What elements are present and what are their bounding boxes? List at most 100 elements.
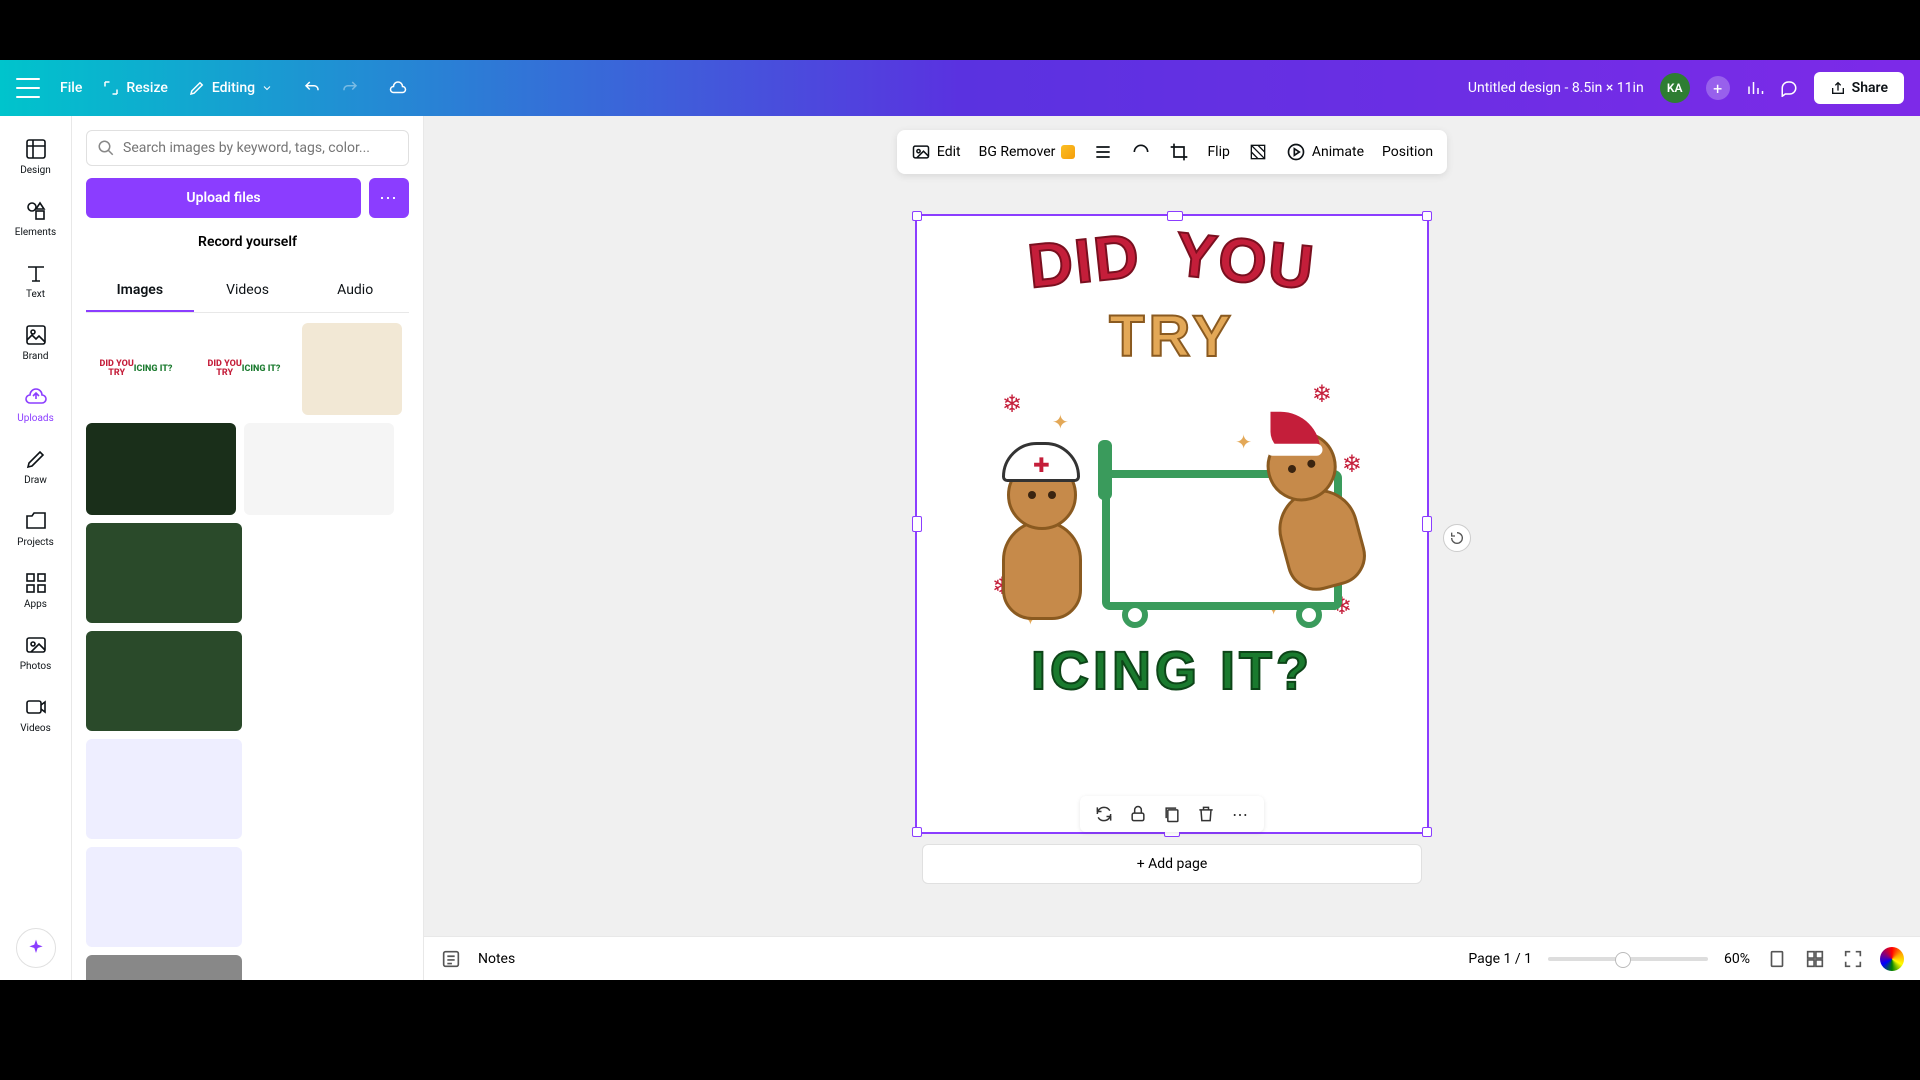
zoom-level[interactable]: 60%: [1724, 951, 1750, 967]
rail-design[interactable]: Design: [4, 126, 68, 186]
rail-brand[interactable]: Brand: [4, 312, 68, 372]
position-button[interactable]: Position: [1382, 144, 1433, 160]
animate-button[interactable]: Animate: [1286, 142, 1364, 162]
upload-thumb[interactable]: [86, 631, 242, 731]
draw-icon: [24, 447, 48, 471]
lock-element-icon[interactable]: [1128, 804, 1148, 824]
upload-files-button[interactable]: Upload files: [86, 178, 361, 218]
elements-icon: [24, 199, 48, 223]
upload-thumb[interactable]: [86, 847, 242, 947]
design-canvas[interactable]: DID YOU TRY ❄ ❄ ❄ ❄ ❄ ✦ ✦ ✦ ✦: [917, 216, 1427, 832]
resize-handle[interactable]: [1422, 211, 1432, 221]
regenerate-icon[interactable]: [1094, 804, 1114, 824]
page-view-icon[interactable]: [1766, 948, 1788, 970]
rotate-icon[interactable]: [1131, 142, 1151, 162]
chevron-down-icon: [261, 79, 273, 97]
tab-videos[interactable]: Videos: [194, 270, 302, 312]
gingerbread-nurse: [982, 450, 1102, 620]
rail-draw[interactable]: Draw: [4, 436, 68, 496]
upload-thumb[interactable]: [86, 739, 242, 839]
upload-thumb[interactable]: [302, 323, 402, 415]
help-icon[interactable]: [1880, 947, 1904, 971]
crop-icon[interactable]: [1169, 142, 1189, 162]
canvas-area: Edit BG Remover Flip Animate Position: [424, 116, 1920, 980]
notes-label[interactable]: Notes: [478, 951, 515, 967]
rail-elements[interactable]: Elements: [4, 188, 68, 248]
apps-icon: [24, 571, 48, 595]
upload-thumb[interactable]: DID YOUTRYICING IT?: [194, 323, 294, 415]
zoom-slider[interactable]: [1548, 957, 1708, 961]
share-icon: [1830, 80, 1846, 96]
rail-videos[interactable]: Videos: [4, 684, 68, 744]
duplicate-element-icon[interactable]: [1162, 804, 1182, 824]
upload-thumb[interactable]: [86, 955, 242, 980]
analytics-icon[interactable]: [1746, 79, 1764, 97]
rail-uploads[interactable]: Uploads: [4, 374, 68, 434]
resize-handle[interactable]: [1422, 516, 1432, 532]
resize-handle[interactable]: [912, 516, 922, 532]
artwork-text-did: DID: [1025, 220, 1145, 302]
artwork-text-you: YOU: [1172, 219, 1319, 304]
upload-more-button[interactable]: ⋯: [369, 178, 409, 218]
hamburger-menu-icon[interactable]: [16, 78, 40, 98]
list-icon[interactable]: [1093, 142, 1113, 162]
photos-icon: [24, 633, 48, 657]
rail-photos[interactable]: Photos: [4, 622, 68, 682]
uploads-icon: [24, 385, 48, 409]
tab-images[interactable]: Images: [86, 270, 194, 312]
upload-thumb[interactable]: [244, 423, 394, 515]
user-avatar[interactable]: KA: [1660, 73, 1690, 103]
upload-thumb[interactable]: DID YOUTRYICING IT?: [86, 323, 186, 415]
editing-mode-button[interactable]: Editing: [188, 79, 273, 97]
more-actions-icon[interactable]: ⋯: [1230, 804, 1250, 824]
resize-button[interactable]: Resize: [102, 79, 168, 97]
search-input-wrapper[interactable]: [86, 130, 409, 166]
animate-icon: [1286, 142, 1306, 162]
share-button[interactable]: Share: [1814, 72, 1904, 104]
artwork-scene: ❄ ❄ ❄ ❄ ❄ ✦ ✦ ✦ ✦: [992, 380, 1352, 630]
grid-view-icon[interactable]: [1804, 948, 1826, 970]
top-toolbar: File Resize Editing Untitled design - 8.…: [0, 60, 1920, 116]
search-input[interactable]: [123, 140, 398, 156]
magic-button[interactable]: [16, 928, 56, 968]
brand-icon: [24, 323, 48, 347]
upload-thumb[interactable]: [86, 523, 242, 623]
uploads-grid: DID YOUTRYICING IT? DID YOUTRYICING IT?: [86, 323, 409, 980]
notes-icon[interactable]: [440, 948, 462, 970]
rail-projects[interactable]: Projects: [4, 498, 68, 558]
cloud-sync-icon[interactable]: [389, 79, 407, 97]
artwork-text-try: TRY: [1109, 303, 1235, 370]
edit-image-button[interactable]: Edit: [911, 142, 961, 162]
add-page-button[interactable]: + Add page: [922, 844, 1422, 884]
record-yourself-button[interactable]: Record yourself: [86, 224, 409, 260]
resize-handle[interactable]: [912, 827, 922, 837]
pro-badge-icon: [1061, 145, 1075, 159]
undo-icon[interactable]: [303, 79, 321, 97]
pencil-icon: [188, 79, 206, 97]
rotate-handle[interactable]: [1443, 524, 1471, 552]
delete-element-icon[interactable]: [1196, 804, 1216, 824]
document-title[interactable]: Untitled design - 8.5in × 11in: [1468, 80, 1644, 96]
artwork-text-icing: ICING IT?: [1031, 640, 1313, 702]
edit-icon: [911, 142, 931, 162]
file-menu[interactable]: File: [60, 80, 82, 96]
page-indicator: Page 1 / 1: [1468, 951, 1532, 967]
bg-remover-button[interactable]: BG Remover: [979, 144, 1076, 160]
bottom-bar: Notes Page 1 / 1 60%: [424, 936, 1920, 980]
rail-apps[interactable]: Apps: [4, 560, 68, 620]
resize-handle[interactable]: [912, 211, 922, 221]
add-member-button[interactable]: +: [1706, 76, 1730, 100]
flip-button[interactable]: Flip: [1207, 144, 1229, 160]
upload-thumb[interactable]: [86, 423, 236, 515]
tab-audio[interactable]: Audio: [301, 270, 409, 312]
rail-text[interactable]: Text: [4, 250, 68, 310]
resize-handle[interactable]: [1422, 827, 1432, 837]
left-rail: Design Elements Text Brand Uploads Draw …: [0, 116, 72, 980]
transparency-icon[interactable]: [1248, 142, 1268, 162]
fullscreen-icon[interactable]: [1842, 948, 1864, 970]
resize-icon: [102, 79, 120, 97]
comment-icon[interactable]: [1780, 79, 1798, 97]
design-icon: [24, 137, 48, 161]
sparkle-icon: [26, 938, 46, 958]
redo-icon[interactable]: [341, 79, 359, 97]
